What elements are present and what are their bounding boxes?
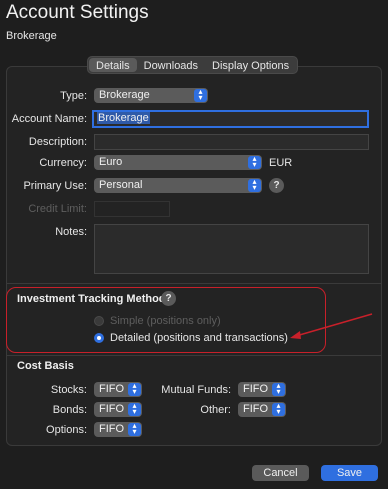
window-title: Account Settings	[6, 2, 149, 23]
mutual-funds-value: FIFO	[243, 383, 269, 395]
cost-basis-title: Cost Basis	[17, 360, 74, 372]
mutual-funds-popup[interactable]: FIFO ▴ ▾	[238, 382, 286, 397]
save-button[interactable]: Save	[321, 465, 378, 481]
stocks-value: FIFO	[99, 383, 125, 395]
tab-details[interactable]: Details	[89, 58, 137, 72]
options-label: Options:	[46, 424, 87, 436]
account-subtitle: Brokerage	[6, 30, 57, 42]
currency-value: Euro	[99, 156, 123, 168]
primary-use-popup[interactable]: Personal ▴ ▾	[94, 178, 262, 193]
account-name-value: Brokerage	[97, 112, 150, 124]
chevron-updown-icon: ▴ ▾	[128, 382, 141, 396]
mutual-funds-label: Mutual Funds:	[161, 384, 231, 396]
type-popup[interactable]: Brokerage ▴ ▾	[94, 88, 208, 103]
chevron-updown-icon: ▴ ▾	[128, 422, 141, 436]
type-value: Brokerage	[99, 89, 150, 101]
other-label: Other:	[200, 404, 231, 416]
credit-limit-label: Credit Limit:	[28, 203, 87, 215]
bonds-value: FIFO	[99, 403, 125, 415]
chevron-updown-icon: ▴ ▾	[248, 155, 261, 169]
divider	[7, 283, 381, 284]
chevron-updown-icon: ▴ ▾	[248, 178, 261, 192]
tab-bar: Details Downloads Display Options	[87, 56, 299, 74]
description-field[interactable]	[94, 134, 369, 150]
description-label: Description:	[28, 136, 87, 148]
primary-use-value: Personal	[99, 179, 143, 191]
chevron-updown-icon: ▴ ▾	[272, 382, 285, 396]
help-icon[interactable]: ?	[269, 178, 284, 193]
account-name-field[interactable]: Brokerage	[92, 110, 369, 128]
account-name-label: Account Name:	[11, 113, 87, 125]
other-popup[interactable]: FIFO ▴ ▾	[238, 402, 286, 417]
credit-limit-field	[94, 201, 170, 217]
currency-popup[interactable]: Euro ▴ ▾	[94, 155, 262, 170]
notes-field[interactable]	[94, 224, 369, 274]
notes-label: Notes:	[55, 226, 87, 238]
stocks-popup[interactable]: FIFO ▴ ▾	[94, 382, 142, 397]
stocks-label: Stocks:	[50, 384, 87, 396]
chevron-updown-icon: ▴ ▾	[194, 88, 207, 102]
currency-label: Currency:	[39, 157, 87, 169]
tab-display-options[interactable]: Display Options	[205, 58, 296, 72]
annotation-arrow-icon	[290, 313, 373, 339]
options-popup[interactable]: FIFO ▴ ▾	[94, 422, 142, 437]
currency-code: EUR	[269, 157, 293, 169]
type-label: Type:	[60, 90, 87, 102]
chevron-updown-icon: ▴ ▾	[128, 402, 141, 416]
tab-downloads[interactable]: Downloads	[137, 58, 205, 72]
bonds-popup[interactable]: FIFO ▴ ▾	[94, 402, 142, 417]
primary-use-label: Primary Use:	[23, 180, 87, 192]
divider	[7, 355, 381, 356]
annotation-highlight-box	[6, 287, 326, 353]
options-value: FIFO	[99, 423, 125, 435]
bonds-label: Bonds:	[52, 404, 87, 416]
other-value: FIFO	[243, 403, 269, 415]
cancel-button[interactable]: Cancel	[252, 465, 309, 481]
chevron-updown-icon: ▴ ▾	[272, 402, 285, 416]
